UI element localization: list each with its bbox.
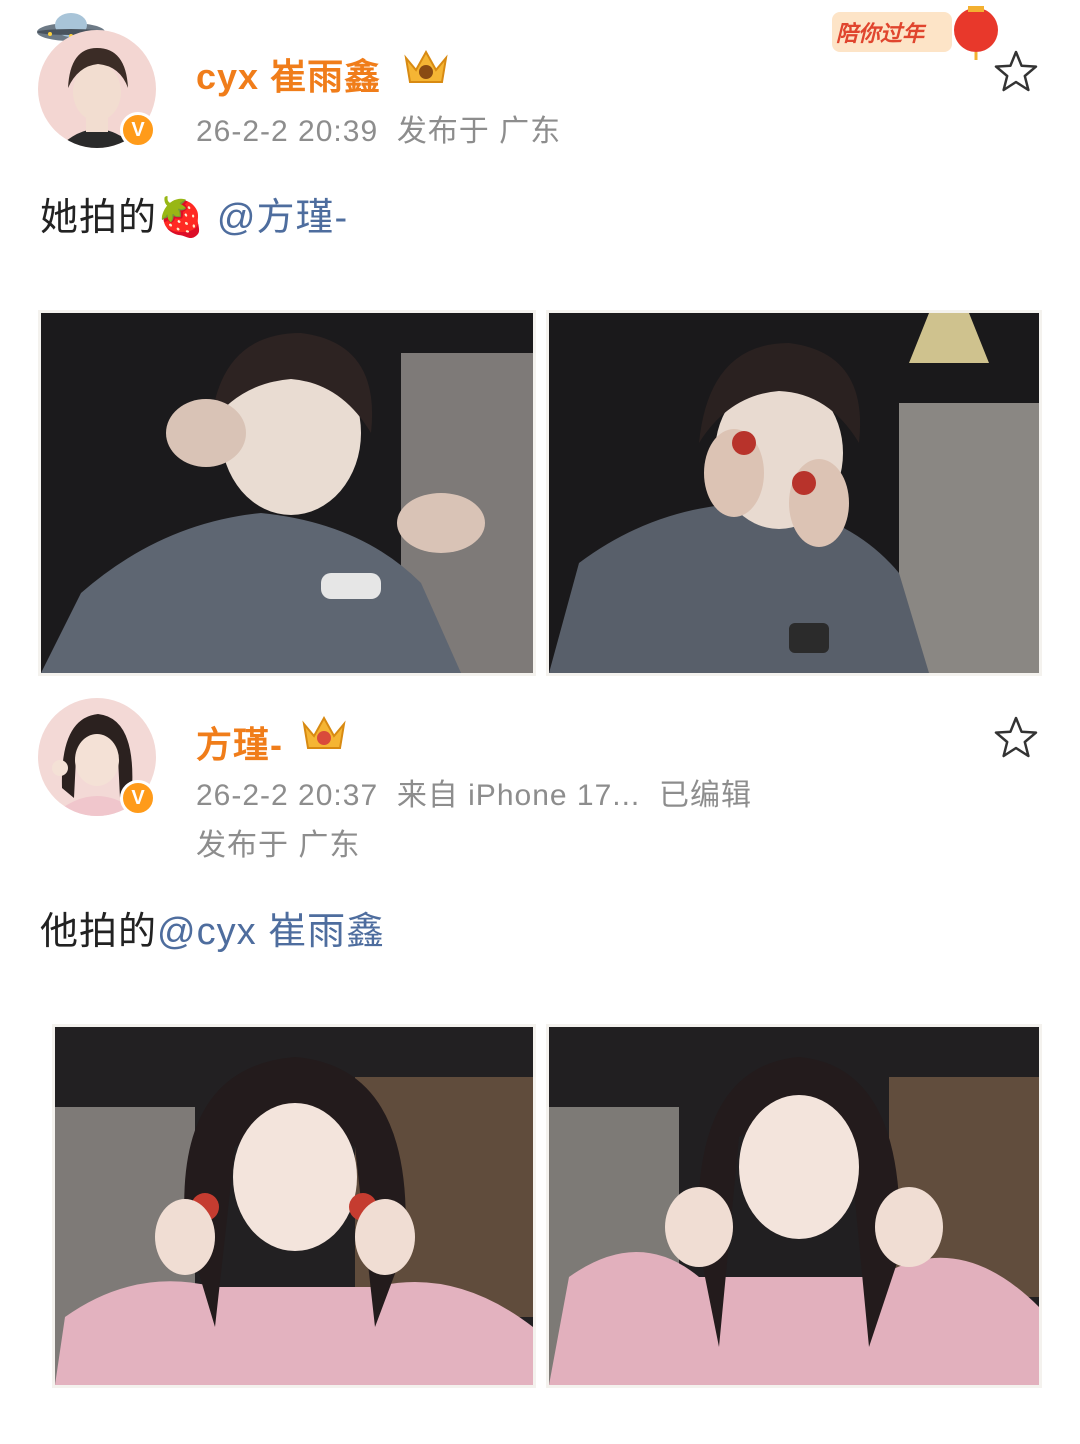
crown-vip-icon — [404, 49, 448, 83]
post-timestamp: 26-2-2 20:37 — [196, 779, 379, 812]
post-text: 他拍的@cyx 崔雨鑫 — [40, 911, 386, 953]
photo-1[interactable] — [38, 310, 536, 676]
festive-badge[interactable]: 陪你过年 — [836, 16, 924, 48]
post-source: 来自 iPhone 17... — [396, 779, 641, 812]
avatar-fangjin[interactable]: V — [38, 698, 156, 816]
mention-link[interactable]: @方瑾- — [217, 197, 348, 239]
post-timestamp: 26-2-2 20:39 发布于 广东 — [196, 115, 562, 148]
strawberry-emoji: 🍓 — [157, 197, 206, 239]
verified-badge: V — [120, 112, 156, 148]
username-cyx[interactable]: cyx 崔雨鑫 — [196, 48, 381, 100]
photo-2[interactable] — [546, 310, 1042, 676]
verified-badge: V — [120, 780, 156, 816]
post-fangjin: V 方瑾- 26-2-2 20:37 来自 iPhone 17... 已编辑 发… — [0, 690, 1080, 1444]
username-fangjin[interactable]: 方瑾- — [196, 716, 283, 768]
photo-3[interactable] — [52, 1024, 536, 1388]
post-location: 发布于 广东 — [196, 829, 361, 862]
avatar-cyx[interactable]: V — [38, 30, 156, 148]
star-icon[interactable] — [992, 48, 1040, 96]
mention-link[interactable]: @cyx 崔雨鑫 — [157, 911, 385, 953]
star-icon[interactable] — [992, 714, 1040, 762]
edited-label: 已编辑 — [658, 779, 752, 812]
post-text: 她拍的🍓 @方瑾- — [40, 197, 349, 239]
post-cyx: V cyx 崔雨鑫 26-2-2 20:39 发布于 广东 陪你过年 她拍的🍓 … — [0, 0, 1080, 690]
post-location: 发布于 广东 — [396, 115, 562, 148]
post-meta: 26-2-2 20:37 来自 iPhone 17... 已编辑 — [196, 770, 752, 814]
crown-vip-icon — [302, 715, 346, 749]
photo-4[interactable] — [546, 1024, 1042, 1388]
